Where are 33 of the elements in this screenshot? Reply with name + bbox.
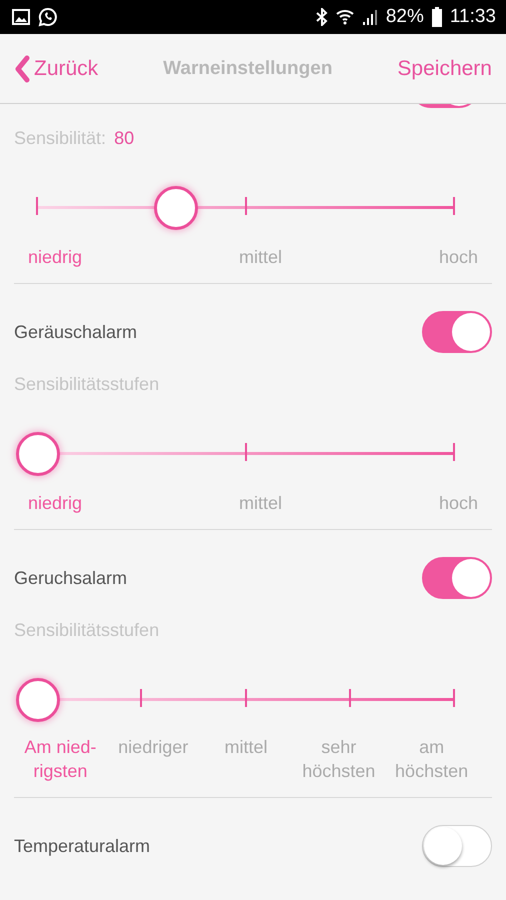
- chevron-left-icon: [14, 54, 30, 82]
- save-button[interactable]: Speichern: [397, 56, 492, 80]
- level-label[interactable]: hoch: [438, 245, 478, 269]
- picture-icon: [12, 9, 30, 25]
- level-label[interactable]: am höchsten: [385, 735, 478, 783]
- level-label[interactable]: niedrig: [28, 491, 82, 515]
- chat-bubble-icon: [38, 7, 58, 27]
- signal-icon: [362, 9, 378, 25]
- battery-icon: [432, 7, 442, 27]
- sensitivity-value: 80: [114, 128, 134, 149]
- level-label[interactable]: niedriger: [106, 735, 200, 783]
- slider-thumb[interactable]: [154, 186, 198, 230]
- level-label[interactable]: Am nied-rigsten: [14, 735, 107, 783]
- level-label[interactable]: sehr höchsten: [292, 735, 386, 783]
- toggle-switch[interactable]: [422, 311, 492, 353]
- level-label[interactable]: mittel: [238, 245, 282, 269]
- level-label[interactable]: mittel: [238, 491, 282, 515]
- back-button[interactable]: Zurück: [14, 54, 98, 82]
- screen-title: Warneinstellungen: [163, 58, 332, 80]
- battery-percentage: 82%: [386, 6, 424, 28]
- bluetooth-icon: [316, 8, 328, 26]
- alarm-label: Temperaturalarm: [14, 836, 150, 856]
- alarm-label: Geruchsalarm: [14, 568, 128, 588]
- wifi-icon: [336, 8, 354, 26]
- toggle-switch[interactable]: [422, 557, 492, 599]
- slider-thumb[interactable]: [16, 678, 60, 722]
- level-label[interactable]: niedrig: [28, 245, 82, 269]
- toggle-switch[interactable]: [422, 825, 492, 867]
- slider-thumb[interactable]: [16, 432, 60, 476]
- alarm-label: Geräuschalarm: [14, 322, 138, 342]
- level-label[interactable]: hoch: [438, 491, 478, 515]
- clock-time: 11:33: [450, 6, 496, 28]
- level-label[interactable]: mittel: [200, 735, 292, 783]
